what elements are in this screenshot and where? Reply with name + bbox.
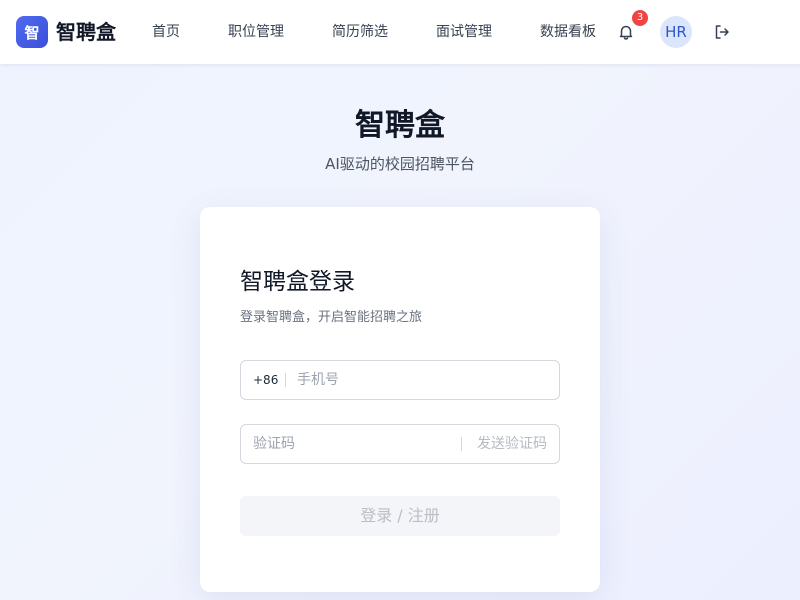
login-card: 智聘盒登录 登录智聘盒，开启智能招聘之旅 +86 发送验证码 登录 / 注册 bbox=[200, 207, 600, 592]
prefix-divider bbox=[285, 373, 286, 387]
login-title: 智聘盒登录 bbox=[240, 269, 355, 295]
top-nav-bar: 智 智聘盒 首页 职位管理 简历筛选 面试管理 数据看板 3 HR bbox=[0, 0, 800, 64]
code-field: 发送验证码 bbox=[240, 424, 560, 464]
login-subtitle: 登录智聘盒，开启智能招聘之旅 bbox=[240, 310, 423, 325]
bell-icon[interactable] bbox=[616, 22, 636, 42]
phone-field: +86 bbox=[240, 360, 560, 400]
nav-item-jobs[interactable]: 职位管理 bbox=[228, 22, 284, 42]
notification-count-badge: 3 bbox=[632, 10, 648, 26]
logo-icon[interactable]: 智 bbox=[16, 16, 48, 48]
send-code-button[interactable]: 发送验证码 bbox=[477, 425, 547, 463]
code-divider bbox=[461, 437, 462, 451]
nav-item-home[interactable]: 首页 bbox=[152, 22, 180, 42]
nav-item-dashboard[interactable]: 数据看板 bbox=[540, 22, 596, 42]
hero-subtitle: AI驱动的校园招聘平台 bbox=[325, 155, 475, 173]
nav-item-resume-screening[interactable]: 简历筛选 bbox=[332, 22, 388, 42]
verification-code-input[interactable] bbox=[253, 425, 443, 463]
hero-title: 智聘盒 bbox=[355, 108, 445, 143]
logout-icon[interactable] bbox=[713, 23, 731, 41]
avatar[interactable]: HR bbox=[660, 16, 692, 48]
login-register-button[interactable]: 登录 / 注册 bbox=[240, 496, 560, 536]
phone-input[interactable] bbox=[297, 361, 547, 399]
nav-item-interviews[interactable]: 面试管理 bbox=[436, 22, 492, 42]
country-code-prefix[interactable]: +86 bbox=[253, 361, 278, 399]
brand-name[interactable]: 智聘盒 bbox=[56, 18, 116, 46]
